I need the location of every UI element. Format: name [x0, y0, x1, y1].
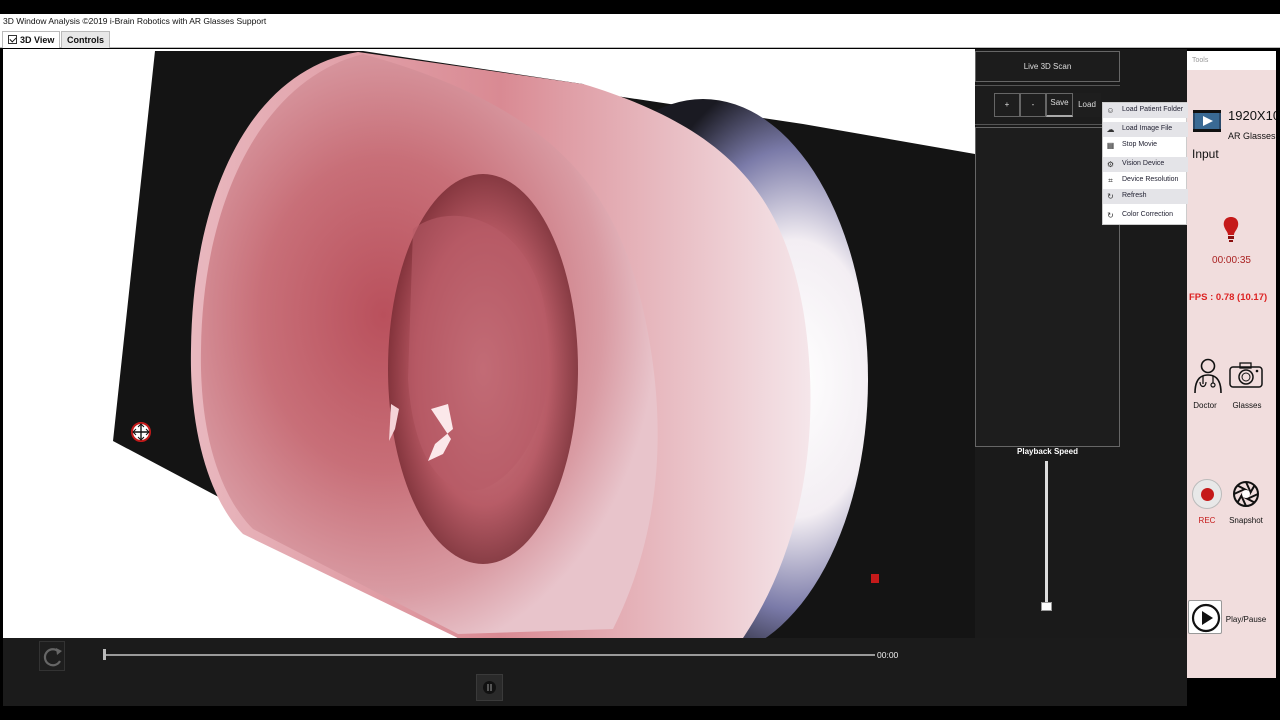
window-title: 3D Window Analysis ©2019 i-Brain Robotic… — [0, 14, 1280, 30]
menu-item-vision-device[interactable]: ⚙ Vision Device — [1103, 157, 1188, 172]
tab-bar: 3D View Controls — [0, 30, 1280, 48]
pause-button[interactable] — [476, 674, 503, 701]
load-button[interactable]: Load — [1073, 93, 1101, 117]
playback-speed-label: Playback Speed — [1017, 447, 1078, 456]
zoom-out-button[interactable]: - — [1020, 93, 1046, 117]
move-handle-icon[interactable] — [131, 422, 151, 442]
bulb-icon — [1223, 217, 1239, 242]
menu-item-label: Stop Movie — [1122, 141, 1158, 148]
menu-item-load-image-file[interactable]: ☁ Load Image File — [1103, 122, 1188, 137]
seek-bar-thumb[interactable] — [103, 649, 106, 660]
playback-speed-slider-thumb[interactable] — [1041, 602, 1052, 611]
resolution-icon: ⌗ — [1108, 176, 1113, 185]
doctor-icon[interactable] — [1192, 358, 1224, 394]
record-button[interactable] — [1192, 479, 1222, 509]
glasses-label: Glasses — [1232, 401, 1262, 410]
play-icon — [1191, 603, 1221, 633]
playback-time: 00:00 — [877, 650, 899, 660]
save-button[interactable]: Save — [1046, 93, 1073, 117]
camera-glasses-icon[interactable] — [1228, 360, 1264, 390]
player-controls: 00:00 — [3, 638, 1187, 706]
resolution-value: 1920X1080 — [1228, 108, 1276, 123]
input-label: Input — [1192, 147, 1219, 161]
cloud-upload-icon: ☁ — [1106, 125, 1115, 134]
zoom-in-button[interactable]: + — [994, 93, 1020, 117]
menu-item-label: Refresh — [1122, 192, 1147, 199]
play-pause-button[interactable] — [1188, 600, 1222, 634]
seek-bar[interactable] — [103, 654, 875, 656]
color-refresh-icon: ↻ — [1107, 211, 1114, 220]
film-icon: ▦ — [1106, 141, 1115, 150]
3d-scan-render — [113, 51, 975, 638]
menu-item-label: Vision Device — [1122, 160, 1165, 167]
rotate-icon — [43, 648, 62, 667]
rec-label: REC — [1198, 516, 1216, 525]
refresh-icon: ↻ — [1107, 192, 1114, 201]
play-pause-label: Play/Pause — [1225, 615, 1267, 624]
tab-3d-view-label: 3D View — [20, 35, 55, 45]
doctor-label: Doctor — [1193, 401, 1217, 410]
tab-3d-view[interactable]: 3D View — [2, 31, 61, 48]
device-name: AR Glasses — [1228, 131, 1276, 141]
menu-item-device-resolution[interactable]: ⌗ Device Resolution — [1103, 173, 1188, 188]
device-icon: ⚙ — [1106, 160, 1115, 169]
tab-controls[interactable]: Controls — [61, 31, 110, 48]
live-3d-scan-button[interactable]: Live 3D Scan — [975, 51, 1120, 82]
menu-item-color-correction[interactable]: ↻ Color Correction — [1103, 208, 1188, 223]
fps-readout: FPS : 0.78 (10.17) — [1189, 292, 1268, 303]
tools-panel: Tools 1920X1080 AR Glasses Input 00:00:3… — [1187, 51, 1276, 678]
tab-3d-view-checkbox[interactable] — [8, 35, 17, 44]
playback-speed-slider[interactable] — [1045, 461, 1048, 606]
menu-item-load-patient-folder[interactable]: ☺ Load Patient Folder — [1103, 103, 1188, 118]
recording-timer: 00:00:35 — [1212, 255, 1251, 266]
snapshot-label: Snapshot — [1229, 516, 1263, 525]
app-window: 3D Window Analysis ©2019 i-Brain Robotic… — [0, 0, 1280, 720]
scan-toolbar: + - Save Load — [975, 85, 1120, 125]
folder-user-icon: ☺ — [1106, 106, 1115, 115]
menu-item-label: Color Correction — [1122, 211, 1173, 218]
snapshot-aperture-icon[interactable] — [1232, 480, 1260, 508]
menu-item-label: Load Image File — [1122, 125, 1173, 132]
menu-item-stop-movie[interactable]: ▦ Stop Movie — [1103, 138, 1188, 153]
rotate-button[interactable] — [39, 641, 65, 671]
scan-preview-panel — [975, 127, 1120, 447]
tools-header: Tools — [1187, 51, 1276, 70]
load-context-menu: ☺ Load Patient Folder ☁ Load Image File ▦ S… — [1102, 102, 1188, 225]
video-input-icon[interactable] — [1192, 106, 1222, 136]
3d-viewport[interactable] — [3, 49, 975, 638]
menu-item-label: Device Resolution — [1122, 176, 1179, 183]
menu-item-label: Load Patient Folder — [1122, 106, 1184, 113]
menu-item-refresh[interactable]: ↻ Refresh — [1103, 189, 1188, 204]
